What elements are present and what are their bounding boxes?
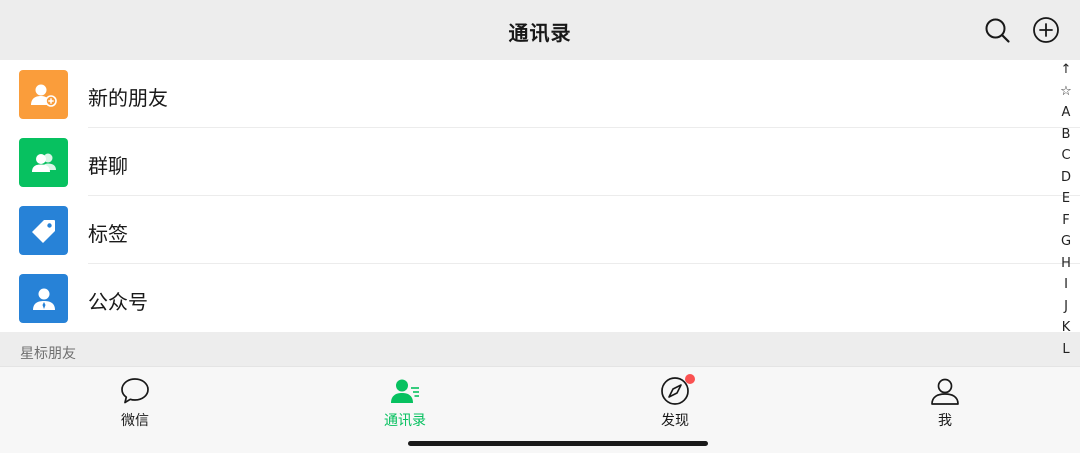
tab-icon-wrap — [120, 376, 150, 406]
index-item-g[interactable]: G — [1055, 231, 1077, 253]
index-item-e[interactable]: E — [1055, 188, 1077, 210]
index-item-c[interactable]: C — [1055, 145, 1077, 167]
chat-bubble-icon — [121, 378, 149, 404]
index-item-a[interactable]: A — [1055, 102, 1077, 124]
tab-icon-wrap — [390, 376, 420, 406]
alphabet-index-bar[interactable]: ↑ ☆ A B C D E F G H I J K L — [1055, 59, 1077, 360]
tag-icon — [31, 219, 55, 243]
list-item-label: 群聊 — [88, 154, 128, 178]
tab-chats[interactable]: 微信 — [60, 367, 210, 429]
list-item-label: 新的朋友 — [88, 86, 168, 110]
tags-icon-box — [19, 206, 68, 255]
list-item-tags[interactable]: 标签 — [0, 196, 1080, 264]
tab-me[interactable]: 我 — [870, 367, 1020, 429]
index-item-j[interactable]: J — [1055, 296, 1077, 318]
person-icon — [931, 378, 959, 405]
list-item-label: 标签 — [88, 222, 128, 246]
contacts-icon — [391, 379, 419, 403]
tab-label: 发现 — [661, 413, 689, 429]
section-header-starred: 星标朋友 — [0, 332, 1080, 366]
notification-badge-dot — [685, 374, 695, 384]
search-icon — [985, 18, 1010, 43]
add-button[interactable] — [1032, 16, 1060, 44]
contacts-screen: 通讯录 新的朋友 群聊 标签 公众号 星标朋友 ↑ ☆ A B C D E F … — [0, 0, 1080, 453]
tab-label: 微信 — [121, 413, 149, 429]
list-item-new-friends[interactable]: 新的朋友 — [0, 60, 1080, 128]
index-item-d[interactable]: D — [1055, 167, 1077, 189]
list-item-group-chats[interactable]: 群聊 — [0, 128, 1080, 196]
nav-header: 通讯录 — [0, 0, 1080, 60]
index-item-k[interactable]: K — [1055, 317, 1077, 339]
home-indicator[interactable] — [408, 441, 708, 446]
index-item-f[interactable]: F — [1055, 210, 1077, 232]
bottom-tab-bar: 微信 通讯录 发现 我 — [0, 366, 1080, 453]
group-chat-icon — [31, 153, 56, 172]
page-title: 通讯录 — [508, 21, 572, 45]
tab-discover[interactable]: 发现 — [600, 367, 750, 429]
list-item-label: 公众号 — [88, 290, 148, 314]
tab-label: 我 — [938, 413, 952, 429]
list-item-official-accounts[interactable]: 公众号 — [0, 264, 1080, 332]
tab-contacts[interactable]: 通讯录 — [330, 367, 480, 429]
add-circle-icon — [1033, 17, 1059, 43]
index-item-l[interactable]: L — [1055, 339, 1077, 361]
index-item-b[interactable]: B — [1055, 124, 1077, 146]
function-list: 新的朋友 群聊 标签 公众号 — [0, 60, 1080, 332]
official-accounts-icon-box — [19, 274, 68, 323]
index-item-h[interactable]: H — [1055, 253, 1077, 275]
add-friend-icon — [30, 84, 57, 107]
index-item-star[interactable]: ☆ — [1055, 81, 1077, 103]
index-item-i[interactable]: I — [1055, 274, 1077, 296]
tab-icon-wrap — [930, 376, 960, 406]
index-item-top[interactable]: ↑ — [1055, 59, 1077, 81]
official-account-icon — [32, 288, 55, 310]
search-button[interactable] — [983, 16, 1011, 44]
tab-label: 通讯录 — [384, 413, 426, 429]
new-friends-icon-box — [19, 70, 68, 119]
group-chats-icon-box — [19, 138, 68, 187]
section-title: 星标朋友 — [20, 346, 76, 362]
